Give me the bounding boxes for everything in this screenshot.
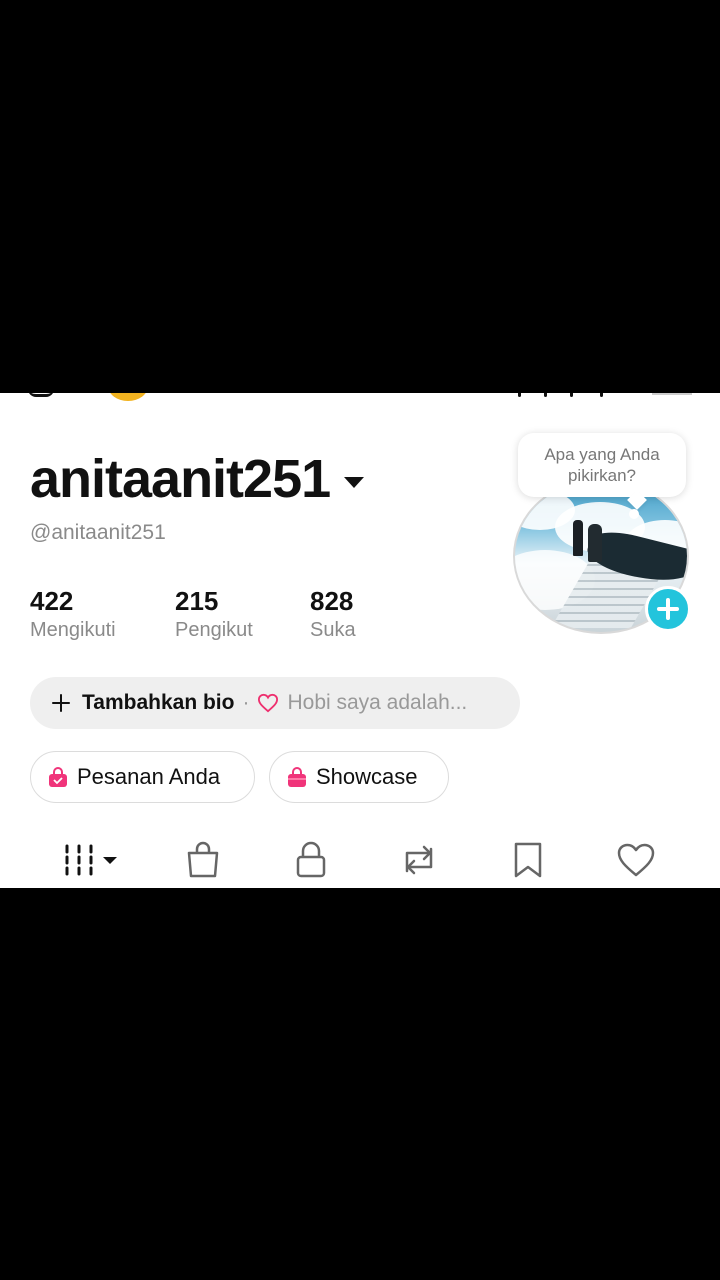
stat-following[interactable]: 422 Mengikuti <box>30 586 175 642</box>
repost-icon <box>405 845 433 875</box>
chevron-down-icon[interactable] <box>344 476 365 488</box>
profile-panel: anitaanit251 @anitaanit251 422 Mengikuti… <box>0 393 720 888</box>
stat-label: Mengikuti <box>30 619 116 641</box>
stats-row: 422 Mengikuti 215 Pengikut 828 Suka <box>30 586 410 642</box>
stat-followers[interactable]: 215 Pengikut <box>175 586 310 642</box>
tab-private[interactable] <box>289 839 333 881</box>
plus-icon <box>52 694 70 712</box>
stat-likes[interactable]: 828 Suka <box>310 586 410 642</box>
stat-value: 215 <box>175 586 219 616</box>
bookmark-icon <box>514 842 542 878</box>
heart-outline-icon <box>258 693 279 713</box>
profile-tabs <box>0 833 720 888</box>
bio-separator: · <box>242 691 250 714</box>
showcase-label: Showcase <box>316 764 418 789</box>
tab-saved[interactable] <box>506 839 550 881</box>
tab-videos[interactable] <box>60 839 122 881</box>
username: anitaanit251 <box>30 449 331 509</box>
account-switcher[interactable]: anitaanit251 <box>30 448 365 510</box>
tab-shop[interactable] <box>181 839 225 881</box>
tab-liked[interactable] <box>614 839 658 881</box>
cropped-glyph <box>28 393 54 397</box>
shopping-bag-icon <box>187 841 219 878</box>
stat-label: Pengikut <box>175 619 253 641</box>
add-story-button[interactable] <box>645 586 691 632</box>
user-handle: @anitaanit251 <box>30 521 166 544</box>
showcase-button[interactable]: Showcase <box>269 751 449 803</box>
stat-value: 828 <box>310 586 354 616</box>
emoji-icon <box>108 393 148 401</box>
bio-hint: Hobi saya adalah... <box>287 691 468 714</box>
add-bio-button[interactable]: Tambahkan bio · Hobi saya adalah... <box>30 677 520 729</box>
your-orders-button[interactable]: Pesanan Anda <box>30 751 255 803</box>
avatar-container[interactable] <box>513 478 691 636</box>
stat-value: 422 <box>30 586 74 616</box>
orders-label: Pesanan Anda <box>77 764 221 789</box>
add-bio-label: Tambahkan bio <box>82 691 235 714</box>
cropped-header-remnant <box>0 393 720 403</box>
lock-icon <box>296 841 326 878</box>
cropped-text-remnant <box>514 393 614 399</box>
thought-bubble[interactable]: Apa yang Anda pikirkan? <box>518 433 686 497</box>
videos-grid-icon <box>65 844 117 876</box>
cropped-divider <box>652 393 692 395</box>
bubble-dot <box>629 509 639 519</box>
stat-label: Suka <box>310 619 356 641</box>
shopping-bag-icon <box>49 767 67 787</box>
heart-icon <box>617 843 655 877</box>
tab-reposts[interactable] <box>397 839 441 881</box>
shopping-bag-icon <box>288 767 306 787</box>
